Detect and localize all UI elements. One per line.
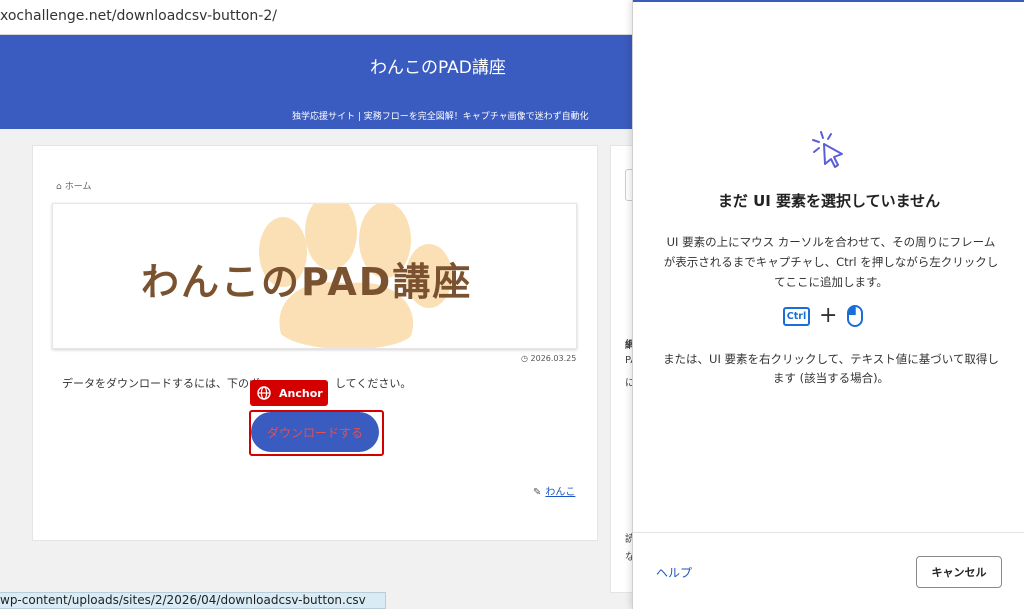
help-link[interactable]: ヘルプ [656,564,692,581]
url-text[interactable]: xochallenge.net/downloadcsv-button-2/ [0,8,277,24]
intro-text-right: してください。 [335,377,412,390]
panel-accent-line [633,0,1024,2]
link-status-bar: wp-content/uploads/sites/2/2026/04/downl… [0,592,386,609]
mouse-left-click-icon [847,305,864,327]
anchor-tag: Anchor [250,380,328,406]
site-header: わんこのPAD講座 独学応援サイト | 実務フローを完全図解！キャプチャ画像で迷… [0,35,640,129]
breadcrumb-home[interactable]: ホーム [65,182,92,192]
breadcrumb[interactable]: ⌂ ホーム [56,179,91,192]
panel-title: まだ UI 要素を選択していません [717,192,941,210]
ctrl-key-icon: Ctrl [783,306,810,326]
shortcut-hint: Ctrl + [783,304,864,328]
panel-description-alt: または、UI 要素を右クリックして、テキスト値に基づいて取得します (該当する場… [663,352,999,385]
author-name[interactable]: わんこ [545,487,575,498]
pencil-icon: ✎ [533,487,542,498]
clock-icon: ◷ [521,354,528,363]
browser-address-bar[interactable]: xochallenge.net/downloadcsv-button-2/ [0,0,640,35]
panel-description: UI 要素の上にマウス カーソルを合わせて、その周りにフレームが表示されるまでキ… [663,235,999,289]
ui-element-capture-panel: まだ UI 要素を選択していません UI 要素の上にマウス カーソルを合わせて、… [632,0,1024,609]
anchor-label: Anchor [279,386,323,400]
cursor-click-icon [812,131,843,168]
author-link[interactable]: ✎ わんこ [533,483,575,498]
download-button[interactable]: ダウンロードする [251,412,379,452]
hero-image: わんこのPAD講座 [52,203,577,349]
globe-icon [257,386,271,400]
plus-sign: + [819,303,838,328]
site-title[interactable]: わんこのPAD講座 [370,53,506,78]
home-icon: ⌂ [56,182,62,192]
cancel-button[interactable]: キャンセル [916,556,1002,588]
panel-footer-divider [633,532,1024,533]
hero-text: わんこのPAD講座 [141,260,473,304]
post-date: ◷ 2026.03.25 [521,354,576,363]
post-date-value: 2026.03.25 [530,354,577,363]
intro-text: データをダウンロードするには、下のボ してください。 [62,375,411,391]
site-tagline: 独学応援サイト | 実務フローを完全図解！キャプチャ画像で迷わず自動化 [292,112,589,122]
intro-text-left: データをダウンロードするには、下のボ [62,377,260,390]
